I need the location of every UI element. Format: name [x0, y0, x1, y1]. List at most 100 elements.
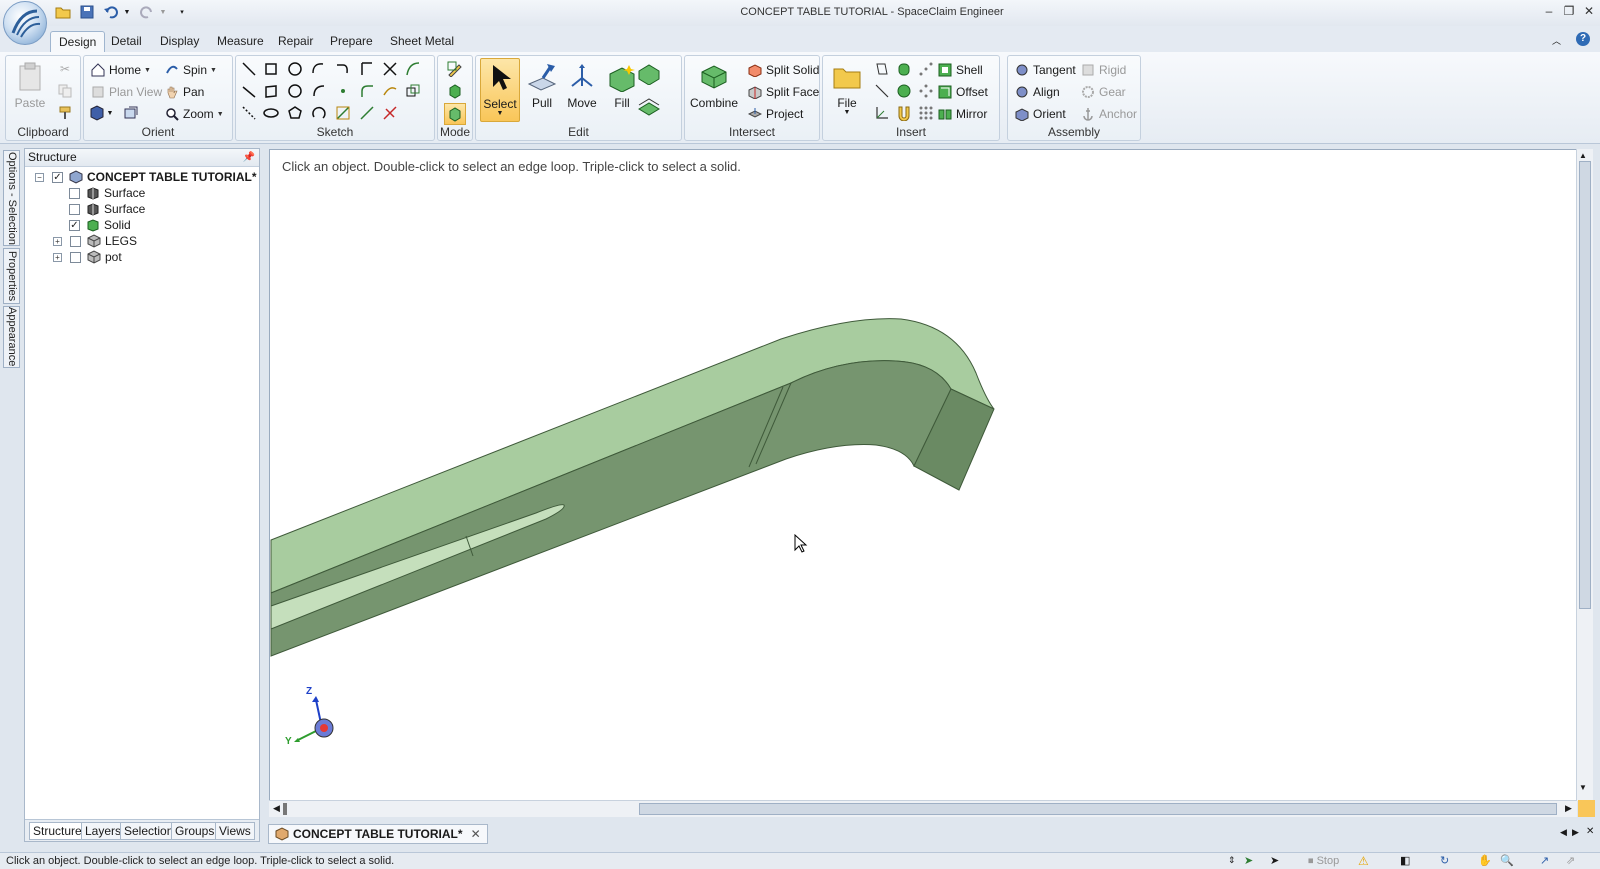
copy-icon[interactable]: [56, 82, 74, 100]
tab-views[interactable]: Views: [215, 822, 255, 840]
status-select-icon[interactable]: ➤: [1270, 854, 1279, 867]
pan-button[interactable]: Pan: [164, 82, 204, 102]
customize-quick-access-icon[interactable]: ▾: [176, 4, 188, 20]
tab-layers[interactable]: Layers: [81, 822, 126, 840]
rigid-button[interactable]: Rigid: [1080, 60, 1126, 80]
tree-item-solid[interactable]: ✓ Solid: [69, 217, 131, 233]
scroll-left-icon[interactable]: ◀: [273, 803, 280, 814]
face-curve-icon[interactable]: [334, 104, 352, 122]
split-face-button[interactable]: Split Face: [747, 82, 819, 102]
surface-checkbox[interactable]: [69, 203, 80, 215]
tab-scroll-left-icon[interactable]: ◀: [1560, 827, 1567, 838]
format-painter-icon[interactable]: [56, 104, 74, 122]
scroll-right-icon[interactable]: ▶: [1565, 803, 1572, 814]
application-menu-button[interactable]: [3, 1, 47, 45]
tab-scroll-right-icon[interactable]: ▶: [1572, 827, 1579, 838]
select-dropdown-icon[interactable]: ▼: [481, 110, 519, 117]
vertical-scroll-thumb[interactable]: [1579, 161, 1591, 609]
stop-button[interactable]: ⏹ Stop: [1308, 855, 1339, 868]
status-arrows-icon[interactable]: ⇕: [1228, 855, 1236, 866]
tree-item-pot[interactable]: + pot: [53, 249, 122, 265]
tweak-face-icon[interactable]: [636, 62, 662, 86]
file-dropdown-icon[interactable]: ▼: [827, 109, 867, 116]
redo-icon[interactable]: [138, 4, 156, 20]
horizontal-scrollbar[interactable]: ◀ ▶: [269, 800, 1577, 817]
tab-repair[interactable]: Repair: [270, 31, 321, 52]
three-point-rectangle-icon[interactable]: [262, 82, 280, 100]
legs-checkbox[interactable]: [70, 235, 81, 247]
horizontal-scroll-thumb[interactable]: [639, 803, 1557, 815]
gear-button[interactable]: Gear: [1080, 82, 1126, 102]
file-insert-button[interactable]: File ▼: [827, 58, 867, 122]
align-button[interactable]: Align: [1014, 82, 1060, 102]
arc-tool-icon[interactable]: [310, 60, 328, 78]
view-dropdown-icon[interactable]: ▼: [106, 104, 114, 122]
split-line-icon[interactable]: [381, 104, 399, 122]
project-curve-icon[interactable]: [404, 82, 422, 100]
line-tool-icon[interactable]: [240, 60, 258, 78]
tab-groups[interactable]: Groups: [171, 822, 219, 840]
corner-tool-icon[interactable]: [358, 60, 376, 78]
status-select-green-icon[interactable]: ➤: [1244, 854, 1253, 867]
construction-line-icon[interactable]: [240, 104, 258, 122]
redo-dropdown-icon[interactable]: ▼: [158, 4, 168, 20]
select-button[interactable]: Select ▼: [480, 58, 520, 122]
undo-icon[interactable]: [102, 4, 120, 20]
ellipse-tool-icon[interactable]: [286, 82, 304, 100]
pull-button[interactable]: Pull: [522, 58, 562, 122]
combine-button[interactable]: Combine: [689, 58, 739, 122]
plane-icon[interactable]: [873, 60, 891, 78]
point-tool-icon[interactable]: [334, 82, 352, 100]
split-solid-button[interactable]: Split Solid: [747, 60, 819, 80]
scroll-down-icon[interactable]: ▼: [1579, 783, 1587, 792]
tab-prepare[interactable]: Prepare: [322, 31, 381, 52]
axis-icon[interactable]: [873, 82, 891, 100]
circle-tool-icon[interactable]: [286, 60, 304, 78]
close-all-tabs-icon[interactable]: ✕: [1586, 826, 1594, 837]
status-spin-icon[interactable]: ↻: [1440, 854, 1449, 867]
orient-button[interactable]: Orient: [1014, 104, 1066, 124]
mirror-button[interactable]: Mirror: [937, 104, 987, 124]
polygon-tool-icon[interactable]: [286, 104, 304, 122]
status-zoom-icon[interactable]: 🔍: [1500, 854, 1514, 867]
open-icon[interactable]: [54, 4, 72, 20]
extend-curve-icon[interactable]: [358, 104, 376, 122]
view-cube-icon[interactable]: [88, 104, 106, 122]
zoom-button[interactable]: Zoom ▼: [164, 104, 224, 124]
tab-display[interactable]: Display: [152, 31, 207, 52]
spin-dropdown-icon[interactable]: ▼: [210, 67, 217, 74]
sketch-mode-icon[interactable]: [446, 60, 464, 78]
tab-design[interactable]: Design: [50, 31, 106, 52]
shell-u-icon[interactable]: [895, 104, 913, 122]
project-button[interactable]: Project: [747, 104, 803, 124]
offset-button[interactable]: Offset: [937, 82, 988, 102]
move-button[interactable]: Move: [562, 58, 602, 122]
tab-selection[interactable]: Selection: [120, 822, 178, 840]
shell-button[interactable]: Shell: [937, 60, 983, 80]
tree-root[interactable]: − ✓ CONCEPT TABLE TUTORIAL*: [35, 169, 257, 185]
close-document-icon[interactable]: ✕: [471, 827, 481, 841]
tangent-arc-tool-icon[interactable]: [334, 60, 352, 78]
three-point-arc-icon[interactable]: [310, 104, 328, 122]
offset-curve-icon[interactable]: [381, 82, 399, 100]
home-button[interactable]: Home ▼: [90, 60, 151, 80]
sphere-icon[interactable]: [895, 82, 913, 100]
collapse-icon[interactable]: −: [35, 172, 44, 182]
tangent-button[interactable]: Tangent: [1014, 60, 1076, 80]
restore-button[interactable]: ❐: [1560, 2, 1578, 20]
status-view-icon[interactable]: ◧: [1400, 854, 1410, 867]
close-button[interactable]: ✕: [1580, 2, 1598, 20]
paste-button[interactable]: Paste: [10, 58, 50, 122]
tab-sheet-metal[interactable]: Sheet Metal: [382, 31, 462, 52]
tab-structure[interactable]: Structure: [29, 822, 86, 840]
tab-properties[interactable]: Properties: [3, 248, 20, 304]
status-pull-icon[interactable]: ↗: [1540, 854, 1549, 867]
anchor-button[interactable]: Anchor: [1080, 104, 1137, 124]
save-icon[interactable]: [78, 4, 96, 20]
vertical-scrollbar[interactable]: ▲ ▼: [1576, 149, 1593, 801]
scroll-up-icon[interactable]: ▲: [1579, 151, 1587, 160]
status-pan-icon[interactable]: ✋: [1478, 854, 1492, 867]
3d-mode-icon[interactable]: [444, 103, 466, 125]
zoom-dropdown-icon[interactable]: ▼: [217, 111, 224, 118]
help-icon[interactable]: ?: [1576, 32, 1590, 46]
